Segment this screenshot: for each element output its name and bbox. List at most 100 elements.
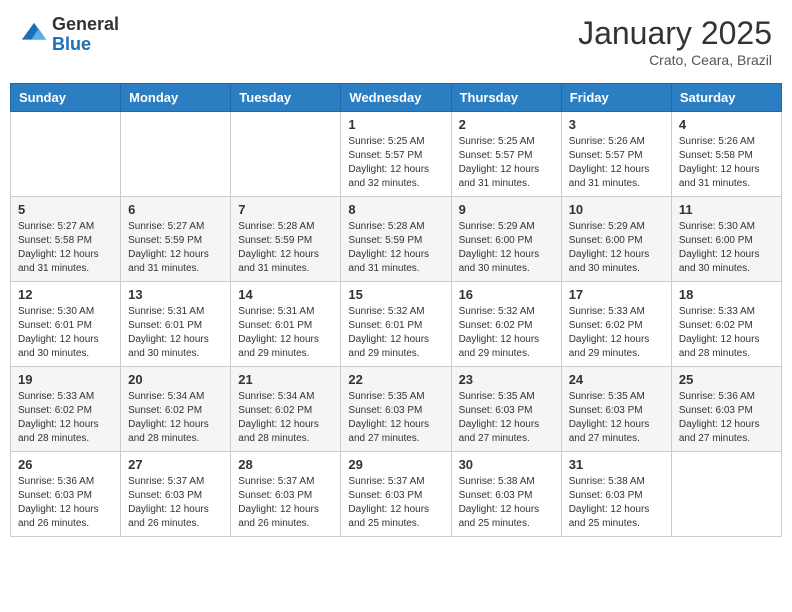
calendar-cell: 31Sunrise: 5:38 AM Sunset: 6:03 PM Dayli… — [561, 452, 671, 537]
calendar-cell: 29Sunrise: 5:37 AM Sunset: 6:03 PM Dayli… — [341, 452, 451, 537]
day-number: 12 — [18, 287, 113, 302]
page-header: General Blue January 2025 Crato, Ceara, … — [10, 10, 782, 73]
day-info: Sunrise: 5:34 AM Sunset: 6:02 PM Dayligh… — [128, 390, 223, 446]
day-number: 19 — [18, 372, 113, 387]
day-number: 22 — [348, 372, 443, 387]
calendar-cell: 30 Sunrise: 5:38 AM Sunset: 6:03 PM Dayli… — [451, 452, 561, 537]
day-info: Sunrise: 5:36 AM Sunset: 6:03 PM Dayligh… — [679, 390, 774, 446]
logo-blue: Blue — [52, 35, 119, 55]
weekday-header-thursday: Thursday — [451, 84, 561, 112]
day-number: 4 — [679, 117, 774, 132]
calendar-cell: 15 Sunrise: 5:32 AM Sunset: 6:01 PM Dayli… — [341, 282, 451, 367]
location: Crato, Ceara, Brazil — [578, 52, 772, 68]
day-number: 23 — [459, 372, 554, 387]
calendar-cell: 10 Sunrise: 5:29 AM Sunset: 6:00 PM Dayli… — [561, 197, 671, 282]
calendar-cell: 24Sunrise: 5:35 AM Sunset: 6:03 PM Dayli… — [561, 367, 671, 452]
calendar-cell — [671, 452, 781, 537]
day-number: 17 — [569, 287, 664, 302]
weekday-header-friday: Friday — [561, 84, 671, 112]
day-number: 9 — [459, 202, 554, 217]
day-number: 30 — [459, 457, 554, 472]
calendar-cell — [11, 112, 121, 197]
day-info: Sunrise: 5:35 AM Sunset: 6:03 PM Dayligh… — [569, 390, 664, 446]
calendar-cell — [231, 112, 341, 197]
logo-general: General — [52, 15, 119, 35]
weekday-header-wednesday: Wednesday — [341, 84, 451, 112]
day-number: 16 — [459, 287, 554, 302]
day-number: 11 — [679, 202, 774, 217]
day-number: 2 — [459, 117, 554, 132]
logo-text: General Blue — [52, 15, 119, 55]
day-info: Sunrise: 5:30 AM Sunset: 6:01 PM Dayligh… — [18, 305, 113, 361]
weekday-header-monday: Monday — [121, 84, 231, 112]
day-number: 3 — [569, 117, 664, 132]
calendar-cell: 8 Sunrise: 5:28 AM Sunset: 5:59 PM Daylig… — [341, 197, 451, 282]
day-number: 26 — [18, 457, 113, 472]
calendar-cell: 2 Sunrise: 5:25 AM Sunset: 5:57 PM Daylig… — [451, 112, 561, 197]
calendar-cell: 14 Sunrise: 5:31 AM Sunset: 6:01 PM Dayli… — [231, 282, 341, 367]
day-info: Sunrise: 5:28 AM Sunset: 5:59 PM Dayligh… — [238, 220, 333, 276]
day-info: Sunrise: 5:33 AM Sunset: 6:02 PM Dayligh… — [569, 305, 664, 361]
day-info: Sunrise: 5:30 AM Sunset: 6:00 PM Dayligh… — [679, 220, 774, 276]
month-title: January 2025 — [578, 15, 772, 52]
day-number: 18 — [679, 287, 774, 302]
calendar-cell: 5Sunrise: 5:27 AM Sunset: 5:58 PM Daylig… — [11, 197, 121, 282]
calendar-cell: 7Sunrise: 5:28 AM Sunset: 5:59 PM Daylig… — [231, 197, 341, 282]
calendar-cell: 17 Sunrise: 5:33 AM Sunset: 6:02 PM Dayli… — [561, 282, 671, 367]
day-number: 28 — [238, 457, 333, 472]
day-number: 21 — [238, 372, 333, 387]
calendar-cell: 3 Sunrise: 5:26 AM Sunset: 5:57 PM Daylig… — [561, 112, 671, 197]
day-info: Sunrise: 5:32 AM Sunset: 6:02 PM Dayligh… — [459, 305, 554, 361]
calendar-cell: 25 Sunrise: 5:36 AM Sunset: 6:03 PM Dayli… — [671, 367, 781, 452]
day-info: Sunrise: 5:26 AM Sunset: 5:57 PM Dayligh… — [569, 135, 664, 191]
day-number: 15 — [348, 287, 443, 302]
title-section: January 2025 Crato, Ceara, Brazil — [578, 15, 772, 68]
day-info: Sunrise: 5:33 AM Sunset: 6:02 PM Dayligh… — [18, 390, 113, 446]
day-info: Sunrise: 5:35 AM Sunset: 6:03 PM Dayligh… — [348, 390, 443, 446]
day-info: Sunrise: 5:38 AM Sunset: 6:03 PM Dayligh… — [459, 475, 554, 531]
day-number: 10 — [569, 202, 664, 217]
day-info: Sunrise: 5:27 AM Sunset: 5:59 PM Dayligh… — [128, 220, 223, 276]
day-number: 5 — [18, 202, 113, 217]
calendar-cell: 26 Sunrise: 5:36 AM Sunset: 6:03 PM Dayli… — [11, 452, 121, 537]
day-info: Sunrise: 5:37 AM Sunset: 6:03 PM Dayligh… — [348, 475, 443, 531]
day-info: Sunrise: 5:28 AM Sunset: 5:59 PM Dayligh… — [348, 220, 443, 276]
weekday-header-saturday: Saturday — [671, 84, 781, 112]
calendar-cell: 11 Sunrise: 5:30 AM Sunset: 6:00 PM Dayli… — [671, 197, 781, 282]
day-number: 25 — [679, 372, 774, 387]
day-info: Sunrise: 5:26 AM Sunset: 5:58 PM Dayligh… — [679, 135, 774, 191]
calendar-cell: 18 Sunrise: 5:33 AM Sunset: 6:02 PM Dayli… — [671, 282, 781, 367]
day-info: Sunrise: 5:29 AM Sunset: 6:00 PM Dayligh… — [459, 220, 554, 276]
day-info: Sunrise: 5:38 AM Sunset: 6:03 PM Dayligh… — [569, 475, 664, 531]
day-number: 27 — [128, 457, 223, 472]
calendar-cell: 28 Sunrise: 5:37 AM Sunset: 6:03 PM Dayli… — [231, 452, 341, 537]
calendar-cell — [121, 112, 231, 197]
calendar-cell: 13Sunrise: 5:31 AM Sunset: 6:01 PM Dayli… — [121, 282, 231, 367]
calendar-cell: 12 Sunrise: 5:30 AM Sunset: 6:01 PM Dayli… — [11, 282, 121, 367]
logo: General Blue — [20, 15, 119, 55]
day-info: Sunrise: 5:35 AM Sunset: 6:03 PM Dayligh… — [459, 390, 554, 446]
calendar-table: SundayMondayTuesdayWednesdayThursdayFrid… — [10, 83, 782, 537]
calendar-cell: 21 Sunrise: 5:34 AM Sunset: 6:02 PM Dayli… — [231, 367, 341, 452]
day-info: Sunrise: 5:25 AM Sunset: 5:57 PM Dayligh… — [459, 135, 554, 191]
day-info: Sunrise: 5:34 AM Sunset: 6:02 PM Dayligh… — [238, 390, 333, 446]
calendar-cell: 23 Sunrise: 5:35 AM Sunset: 6:03 PM Dayli… — [451, 367, 561, 452]
calendar-cell: 27 Sunrise: 5:37 AM Sunset: 6:03 PM Dayli… — [121, 452, 231, 537]
day-info: Sunrise: 5:29 AM Sunset: 6:00 PM Dayligh… — [569, 220, 664, 276]
calendar-cell: 6 Sunrise: 5:27 AM Sunset: 5:59 PM Daylig… — [121, 197, 231, 282]
day-number: 14 — [238, 287, 333, 302]
day-number: 20 — [128, 372, 223, 387]
calendar-cell: 22 Sunrise: 5:35 AM Sunset: 6:03 PM Dayli… — [341, 367, 451, 452]
calendar-cell: 16 Sunrise: 5:32 AM Sunset: 6:02 PM Dayli… — [451, 282, 561, 367]
day-info: Sunrise: 5:37 AM Sunset: 6:03 PM Dayligh… — [238, 475, 333, 531]
day-info: Sunrise: 5:36 AM Sunset: 6:03 PM Dayligh… — [18, 475, 113, 531]
day-number: 6 — [128, 202, 223, 217]
day-info: Sunrise: 5:37 AM Sunset: 6:03 PM Dayligh… — [128, 475, 223, 531]
logo-icon — [20, 21, 48, 49]
calendar-cell: 9 Sunrise: 5:29 AM Sunset: 6:00 PM Daylig… — [451, 197, 561, 282]
day-number: 8 — [348, 202, 443, 217]
day-info: Sunrise: 5:33 AM Sunset: 6:02 PM Dayligh… — [679, 305, 774, 361]
day-info: Sunrise: 5:31 AM Sunset: 6:01 PM Dayligh… — [238, 305, 333, 361]
day-info: Sunrise: 5:32 AM Sunset: 6:01 PM Dayligh… — [348, 305, 443, 361]
calendar-cell: 1Sunrise: 5:25 AM Sunset: 5:57 PM Daylig… — [341, 112, 451, 197]
